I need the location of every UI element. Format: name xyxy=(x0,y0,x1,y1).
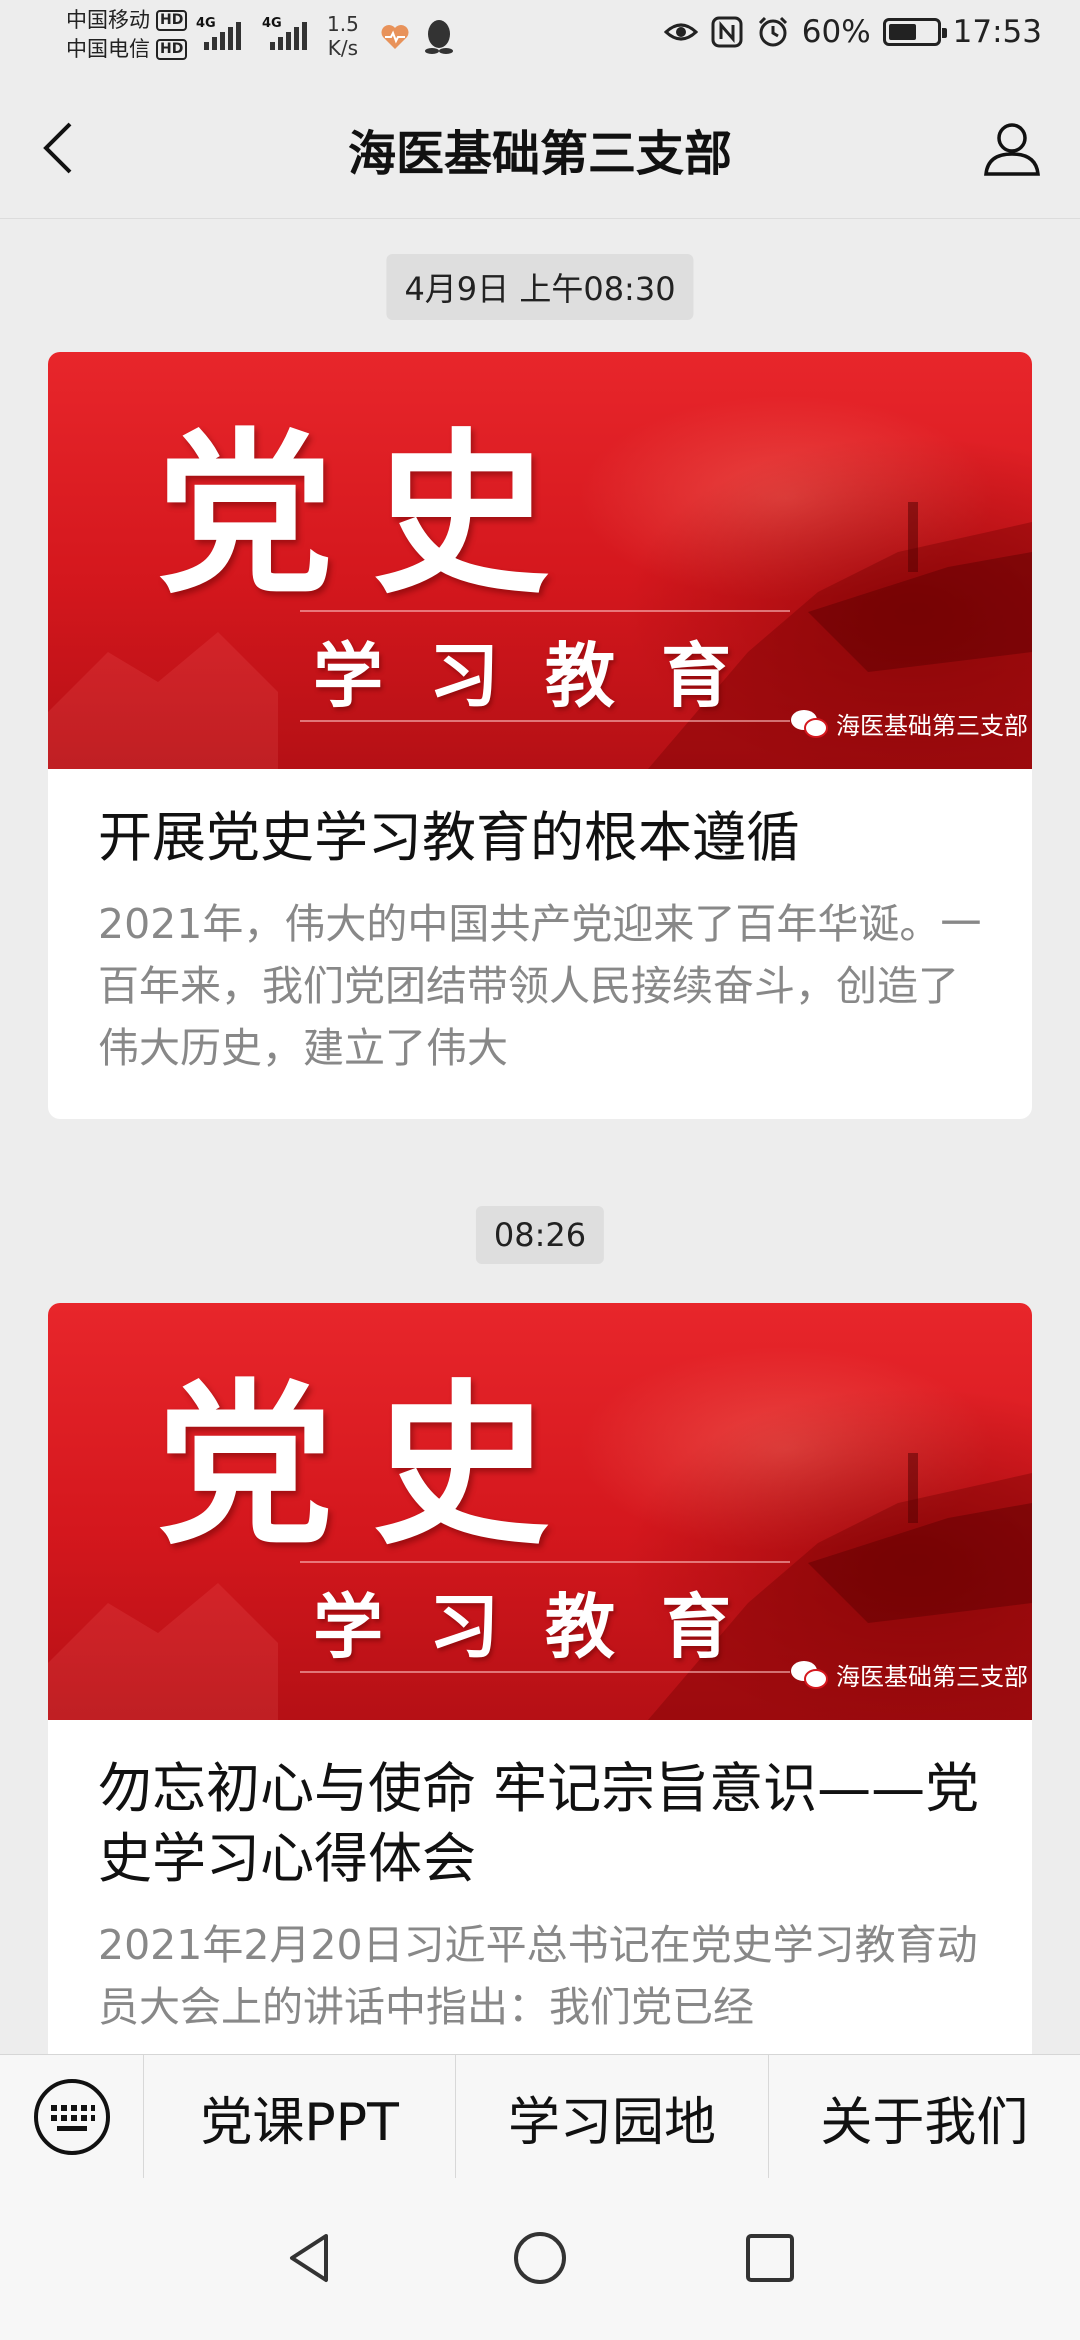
page-title: 海医基础第三支部 xyxy=(347,126,732,182)
menu-item-about-us[interactable]: 关于我们 xyxy=(769,2055,1080,2179)
carrier-info: 中国移动 HD 中国电信 HD xyxy=(66,6,188,64)
chat-header: 海医基础第三支部 xyxy=(0,76,1080,219)
status-right: 60% 17:53 xyxy=(663,14,1042,50)
nav-recents-icon[interactable] xyxy=(740,2228,800,2288)
article-card[interactable]: 党史 学习教育 海医基础第三支部 勿忘初心与使命 牢记宗旨意识——党史学习心得体… xyxy=(48,1303,1032,2054)
message-feed[interactable]: 4月9日 上午08:30 党史 学习教育 海医基础第三支部 开展党史学习教育的根… xyxy=(0,219,1080,2054)
banner-headline: 党史 xyxy=(156,411,589,618)
qq-icon xyxy=(425,20,453,54)
article-title[interactable]: 勿忘初心与使命 牢记宗旨意识——党史学习心得体会 xyxy=(98,1754,982,1894)
banner-subheadline: 学习教育 xyxy=(313,1586,777,1668)
nfc-icon xyxy=(711,16,743,48)
menu-item-party-course-ppt[interactable]: 党课PPT xyxy=(144,2055,457,2179)
network-speed: 1.5 K/s xyxy=(327,12,359,60)
wechat-icon xyxy=(791,1660,828,1689)
carrier-2: 中国电信 xyxy=(66,37,150,61)
message-timestamp: 4月9日 上午08:30 xyxy=(386,254,694,320)
article-body: 开展党史学习教育的根本遵循 2021年，伟大的中国共产党迎来了百年华诞。一百年来… xyxy=(48,769,1032,1119)
banner-divider xyxy=(300,1671,790,1673)
battery-icon xyxy=(882,18,947,46)
nav-back-icon[interactable] xyxy=(280,2228,340,2288)
article-title[interactable]: 开展党史学习教育的根本遵循 xyxy=(98,803,982,873)
article-summary: 2021年2月20日习近平总书记在党史学习教育动员大会上的讲话中指出：我们党已经 xyxy=(98,1921,978,2031)
message-timestamp: 08:26 xyxy=(475,1206,605,1264)
banner-divider xyxy=(300,610,790,612)
article-banner[interactable]: 党史 学习教育 海医基础第三支部 xyxy=(48,352,1032,769)
speed-unit: K/s xyxy=(327,36,359,60)
article-card[interactable]: 党史 学习教育 海医基础第三支部 开展党史学习教育的根本遵循 2021年，伟大的… xyxy=(48,352,1032,1119)
banner-divider xyxy=(300,1561,790,1563)
keyboard-icon[interactable] xyxy=(32,2077,112,2157)
article-summary: 2021年，伟大的中国共产党迎来了百年华诞。一百年来，我们党团结带领人民接续奋斗… xyxy=(98,900,982,1072)
watermark-text: 海医基础第三支部 xyxy=(836,712,1028,740)
alarm-icon xyxy=(758,16,787,47)
status-bar: 中国移动 HD 中国电信 HD 4G 4G 1.5 K/s 60% 17:53 xyxy=(0,0,1080,76)
watermark-text: 海医基础第三支部 xyxy=(836,1663,1028,1691)
battery-percent: 60% xyxy=(801,14,871,50)
wechat-icon xyxy=(791,709,828,738)
battery-fill xyxy=(888,24,917,40)
nav-home-icon[interactable] xyxy=(510,2228,570,2288)
banner-watermark: 海医基础第三支部 xyxy=(790,1657,1028,1692)
carrier-1: 中国移动 xyxy=(66,8,150,32)
keyboard-toggle[interactable] xyxy=(0,2055,144,2179)
hd-badge: HD xyxy=(156,10,188,31)
banner-divider xyxy=(300,720,790,722)
eye-icon xyxy=(663,23,698,41)
signal-indicators: 4G 4G xyxy=(196,16,314,52)
official-account-menu: 党课PPT 学习园地 关于我们 xyxy=(0,2054,1080,2179)
signal-icon: 4G xyxy=(262,16,314,52)
heart-rate-icon xyxy=(381,25,409,49)
article-body: 勿忘初心与使命 牢记宗旨意识——党史学习心得体会 2021年2月20日习近平总书… xyxy=(48,1720,1032,2054)
banner-subheadline: 学习教育 xyxy=(313,635,777,717)
clock: 17:53 xyxy=(952,14,1042,50)
banner-watermark: 海医基础第三支部 xyxy=(790,706,1028,741)
menu-item-study-garden[interactable]: 学习园地 xyxy=(456,2055,769,2179)
speed-value: 1.5 xyxy=(327,12,359,36)
signal-icon: 4G xyxy=(196,16,248,52)
article-banner[interactable]: 党史 学习教育 海医基础第三支部 xyxy=(48,1303,1032,1720)
hd-badge: HD xyxy=(156,39,188,60)
banner-headline: 党史 xyxy=(156,1362,589,1569)
system-nav-bar xyxy=(0,2178,1080,2340)
user-icon[interactable] xyxy=(980,116,1044,180)
